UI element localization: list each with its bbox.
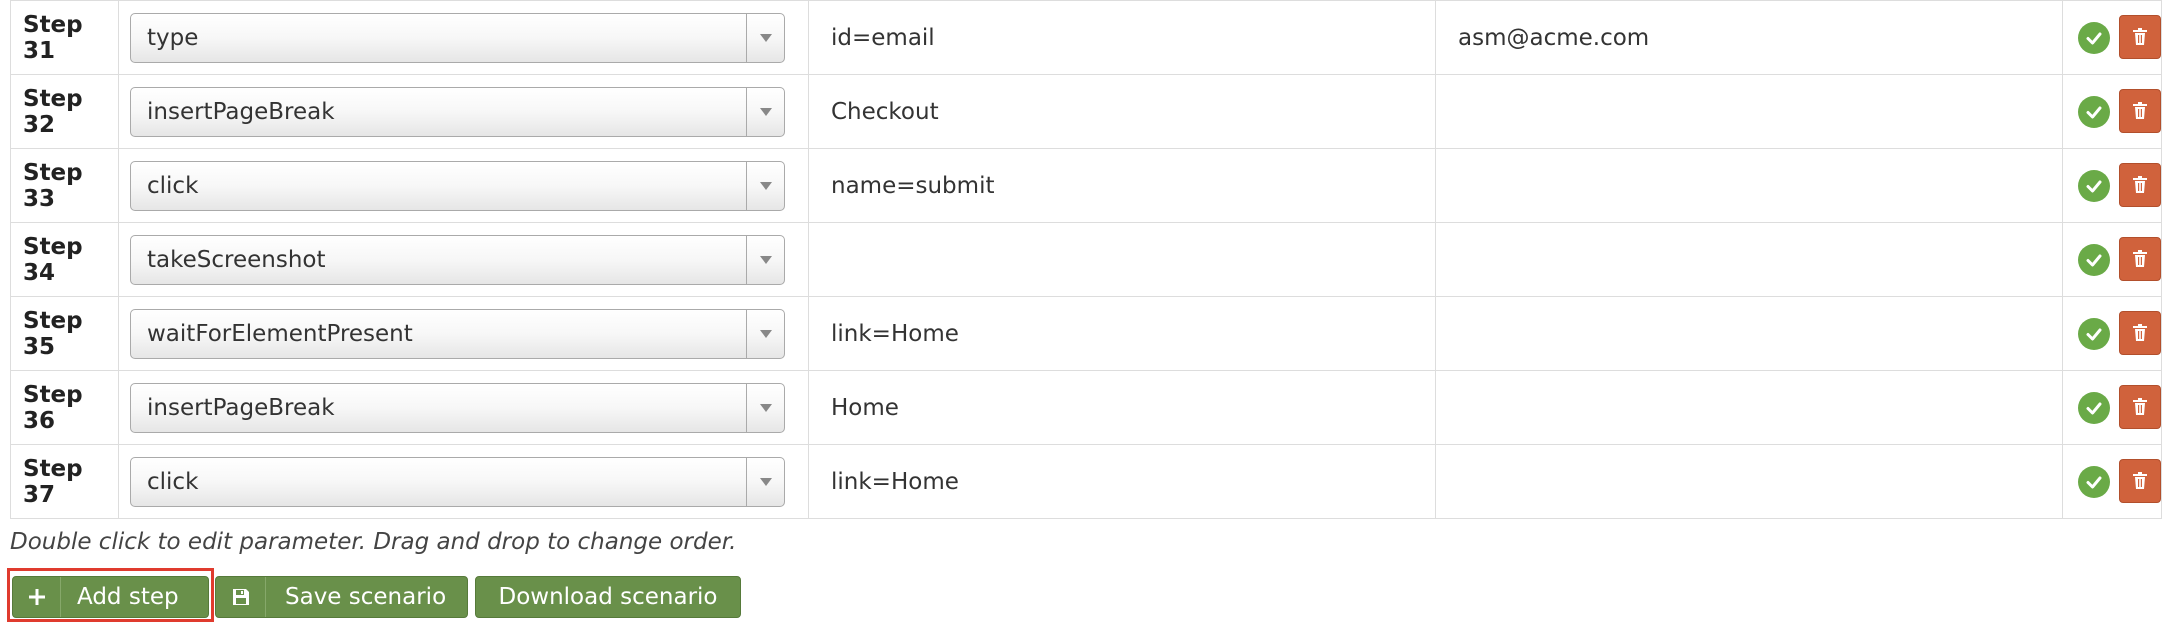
actions-cell (2062, 148, 2162, 223)
command-select-value: insertPageBreak (147, 394, 335, 421)
delete-step-button[interactable] (2119, 236, 2161, 281)
trash-icon (2133, 101, 2147, 119)
target-cell[interactable]: link=Home (808, 296, 1436, 371)
trash-icon (2133, 175, 2147, 193)
chevron-down-icon[interactable] (746, 13, 784, 62)
trash-icon (2133, 397, 2147, 415)
step-label: Step 33 (10, 148, 119, 223)
target-cell[interactable]: name=submit (808, 148, 1436, 223)
delete-step-button[interactable] (2119, 384, 2161, 429)
command-cell: waitForElementPresent (118, 296, 809, 371)
command-cell: takeScreenshot (118, 222, 809, 297)
check-circle-icon[interactable] (2078, 243, 2110, 276)
step-label: Step 37 (10, 444, 119, 519)
delete-step-button[interactable] (2119, 88, 2161, 133)
save-scenario-label: Save scenario (285, 584, 447, 610)
steps-table-body: Step 31 type id=email asm@acme.com Step … (10, 0, 2162, 519)
step-row[interactable]: Step 32 insertPageBreak Checkout (10, 74, 2162, 149)
target-cell[interactable]: link=Home (808, 444, 1436, 519)
actions-cell (2062, 74, 2162, 149)
chevron-down-icon[interactable] (746, 87, 784, 136)
chevron-down-icon[interactable] (746, 383, 784, 432)
actions-cell (2062, 222, 2162, 297)
floppy-disk-icon (216, 577, 266, 617)
steps-table: Step 31 type id=email asm@acme.com Step … (10, 0, 2162, 519)
scenario-editor: Step 31 type id=email asm@acme.com Step … (0, 0, 2170, 632)
check-circle-icon[interactable] (2078, 465, 2110, 498)
command-select[interactable]: click (130, 160, 785, 211)
check-circle-icon[interactable] (2078, 21, 2110, 54)
step-row[interactable]: Step 35 waitForElementPresent link=Home (10, 296, 2162, 371)
add-step-button[interactable]: Add step (12, 576, 209, 618)
value-cell[interactable] (1435, 370, 2063, 445)
trash-icon (2133, 471, 2147, 489)
delete-step-button[interactable] (2119, 310, 2161, 355)
step-row[interactable]: Step 34 takeScreenshot (10, 222, 2162, 297)
value-cell[interactable] (1435, 74, 2063, 149)
command-cell: click (118, 148, 809, 223)
command-select-value: type (147, 24, 199, 51)
command-cell: type (118, 0, 809, 75)
command-select[interactable]: takeScreenshot (130, 234, 785, 285)
check-circle-icon[interactable] (2078, 95, 2110, 128)
actions-cell (2062, 370, 2162, 445)
chevron-down-icon[interactable] (746, 457, 784, 506)
download-scenario-label: Download scenario (498, 584, 718, 610)
delete-step-button[interactable] (2119, 162, 2161, 207)
target-cell[interactable]: Checkout (808, 74, 1436, 149)
step-row[interactable]: Step 36 insertPageBreak Home (10, 370, 2162, 445)
actions-cell (2062, 0, 2162, 75)
target-cell[interactable]: id=email (808, 0, 1436, 75)
step-label: Step 34 (10, 222, 119, 297)
add-step-label: Add step (77, 584, 179, 610)
step-label: Step 31 (10, 0, 119, 75)
command-select[interactable]: waitForElementPresent (130, 308, 785, 359)
delete-step-button[interactable] (2119, 14, 2161, 59)
step-row[interactable]: Step 37 click link=Home (10, 444, 2162, 519)
trash-icon (2133, 27, 2147, 45)
command-select-value: waitForElementPresent (147, 320, 413, 347)
command-select[interactable]: type (130, 12, 785, 63)
plus-icon (13, 577, 61, 617)
value-cell[interactable] (1435, 222, 2063, 297)
check-circle-icon[interactable] (2078, 391, 2110, 424)
command-cell: insertPageBreak (118, 370, 809, 445)
command-select-value: takeScreenshot (147, 246, 326, 273)
command-select[interactable]: insertPageBreak (130, 86, 785, 137)
trash-icon (2133, 323, 2147, 341)
delete-step-button[interactable] (2119, 458, 2161, 503)
step-row[interactable]: Step 33 click name=submit (10, 148, 2162, 223)
command-cell: insertPageBreak (118, 74, 809, 149)
step-row[interactable]: Step 31 type id=email asm@acme.com (10, 0, 2162, 75)
command-select[interactable]: insertPageBreak (130, 382, 785, 433)
save-scenario-button[interactable]: Save scenario (215, 576, 468, 618)
actions-cell (2062, 444, 2162, 519)
value-cell[interactable] (1435, 444, 2063, 519)
command-cell: click (118, 444, 809, 519)
command-select-value: click (147, 468, 199, 495)
value-cell[interactable] (1435, 148, 2063, 223)
step-label: Step 35 (10, 296, 119, 371)
command-select-value: insertPageBreak (147, 98, 335, 125)
target-cell[interactable] (808, 222, 1436, 297)
command-select-value: click (147, 172, 199, 199)
value-cell[interactable]: asm@acme.com (1435, 0, 2063, 75)
trash-icon (2133, 249, 2147, 267)
check-circle-icon[interactable] (2078, 169, 2110, 202)
value-cell[interactable] (1435, 296, 2063, 371)
step-label: Step 32 (10, 74, 119, 149)
chevron-down-icon[interactable] (746, 309, 784, 358)
chevron-down-icon[interactable] (746, 235, 784, 284)
command-select[interactable]: click (130, 456, 785, 507)
step-label: Step 36 (10, 370, 119, 445)
target-cell[interactable]: Home (808, 370, 1436, 445)
chevron-down-icon[interactable] (746, 161, 784, 210)
editing-hint: Double click to edit parameter. Drag and… (10, 529, 737, 555)
download-scenario-button[interactable]: Download scenario (475, 576, 741, 618)
check-circle-icon[interactable] (2078, 317, 2110, 350)
actions-cell (2062, 296, 2162, 371)
